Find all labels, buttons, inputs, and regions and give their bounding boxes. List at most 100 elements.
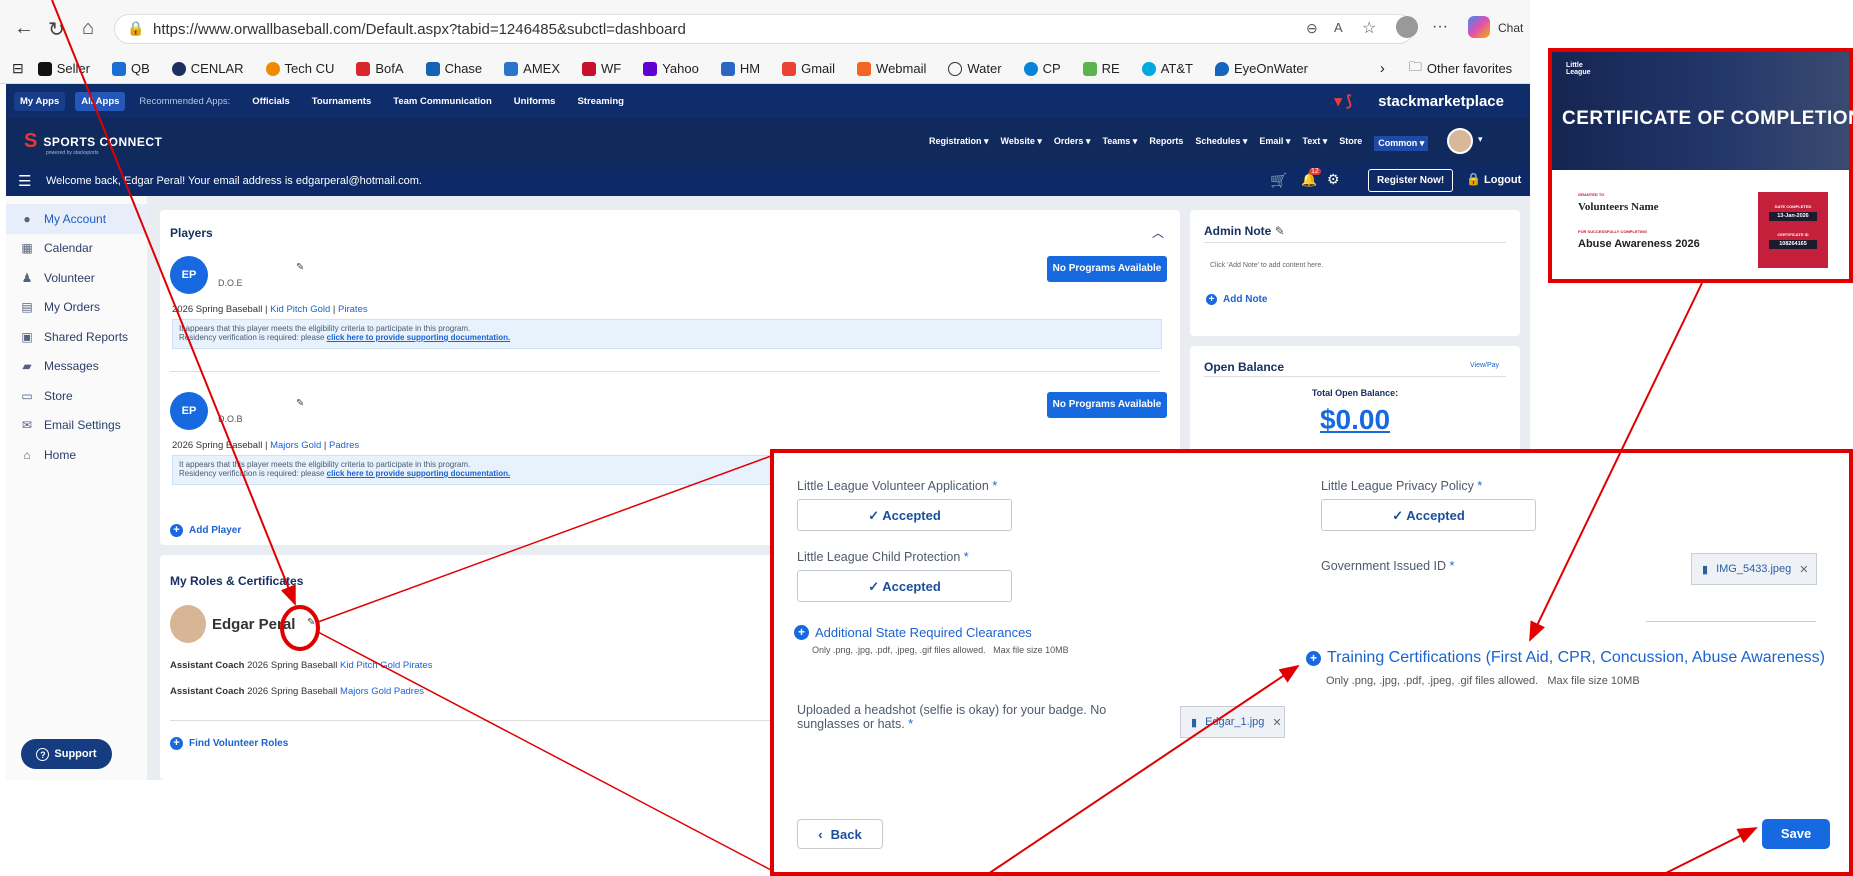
bookmark-techcu[interactable]: Tech CU bbox=[265, 61, 334, 76]
profile-icon[interactable] bbox=[1396, 16, 1418, 38]
chat-label[interactable]: Chat bbox=[1498, 21, 1523, 35]
nav-store[interactable]: Store bbox=[1339, 136, 1362, 151]
remove-file-icon[interactable]: ✕ bbox=[1799, 563, 1808, 576]
bookmark-att[interactable]: AT&T bbox=[1141, 61, 1193, 76]
bookmark-hm[interactable]: HM bbox=[720, 61, 760, 76]
bookmark-label: Water bbox=[967, 61, 1002, 76]
avatar-chevron-icon[interactable]: ▾ bbox=[1478, 134, 1483, 145]
refresh-icon[interactable]: ↻ bbox=[48, 17, 65, 42]
sidebar-item-store[interactable]: ▭ Store bbox=[6, 381, 147, 411]
other-favorites[interactable]: 🗀 Other favorites bbox=[1409, 58, 1512, 80]
nav-teams[interactable]: Teams ▾ bbox=[1102, 136, 1137, 151]
nav-common[interactable]: Common ▾ bbox=[1374, 136, 1429, 151]
favorite-star-icon[interactable]: ☆ bbox=[1362, 18, 1376, 38]
save-button[interactable]: Save bbox=[1762, 819, 1830, 849]
find-volunteer-roles-link[interactable]: + Find Volunteer Roles bbox=[170, 737, 288, 750]
add-player-link[interactable]: + Add Player bbox=[170, 524, 241, 537]
no-programs-button[interactable]: No Programs Available bbox=[1047, 256, 1167, 282]
bookmark-webmail[interactable]: Webmail bbox=[857, 61, 926, 76]
app-officials[interactable]: Officials bbox=[252, 96, 290, 107]
bookmark-cp[interactable]: CP bbox=[1023, 61, 1061, 76]
home-icon[interactable]: ⌂ bbox=[82, 17, 94, 40]
bookmark-chase[interactable]: Chase bbox=[425, 61, 482, 76]
back-button[interactable]: ‹ Back bbox=[797, 819, 883, 849]
all-apps-button[interactable]: All Apps bbox=[75, 91, 126, 111]
no-programs-button[interactable]: No Programs Available bbox=[1047, 392, 1167, 418]
division-link[interactable]: Majors Gold bbox=[270, 440, 321, 451]
zoom-icon[interactable]: ⊖ bbox=[1306, 20, 1318, 37]
logout-link[interactable]: Logout bbox=[1484, 174, 1521, 186]
sidebar-item-messages[interactable]: ▰ Messages bbox=[6, 352, 147, 382]
bookmark-amex[interactable]: AMEX bbox=[504, 61, 560, 76]
read-aloud-icon[interactable]: A bbox=[1334, 20, 1343, 35]
sidebar-item-my-account[interactable]: ● My Account bbox=[6, 204, 147, 234]
collapse-chevron-icon[interactable]: ︿ bbox=[1152, 224, 1164, 241]
more-icon[interactable]: ··· bbox=[1432, 18, 1448, 36]
bookmark-cenlar[interactable]: CENLAR bbox=[171, 61, 244, 76]
documentation-link[interactable]: click here to provide supporting documen… bbox=[327, 469, 511, 478]
settings-gear-icon[interactable]: ⚙ bbox=[1327, 171, 1340, 188]
chevron-right-icon[interactable]: › bbox=[1380, 60, 1385, 77]
reading-list-icon[interactable]: ⊟ bbox=[12, 60, 24, 77]
nav-reports[interactable]: Reports bbox=[1149, 136, 1183, 151]
bookmark-gmail[interactable]: Gmail bbox=[782, 61, 835, 76]
bookmark-re[interactable]: RE bbox=[1082, 61, 1120, 76]
sidebar-item-home[interactable]: ⌂ Home bbox=[6, 440, 147, 470]
marketplace-link[interactable]: ▾ ⟆ stackmarketplace bbox=[1334, 92, 1526, 110]
copilot-icon[interactable] bbox=[1468, 16, 1490, 38]
privacy-policy-accepted[interactable]: ✓ Accepted bbox=[1321, 499, 1536, 531]
app-uniforms[interactable]: Uniforms bbox=[514, 96, 556, 107]
support-button[interactable]: ? Support bbox=[21, 739, 112, 769]
register-now-button[interactable]: Register Now! bbox=[1368, 169, 1454, 192]
gov-id-filename[interactable]: IMG_5433.jpeg bbox=[1716, 563, 1791, 575]
remove-file-icon[interactable]: ✕ bbox=[1272, 716, 1281, 729]
balance-amount[interactable]: $0.00 bbox=[1190, 404, 1520, 436]
address-bar[interactable]: 🔒 https://www.orwallbaseball.com/Default… bbox=[114, 14, 1414, 44]
add-training-certifications[interactable]: + Training Certifications (First Aid, CP… bbox=[1306, 649, 1825, 667]
bookmark-eyeonwater[interactable]: EyeOnWater bbox=[1214, 61, 1308, 76]
bookmark-seller[interactable]: Seller bbox=[37, 61, 90, 76]
user-avatar[interactable] bbox=[1447, 128, 1473, 154]
cart-icon[interactable]: 🛒 bbox=[1270, 172, 1287, 189]
nav-text[interactable]: Text ▾ bbox=[1302, 136, 1327, 151]
sidebar-item-calendar[interactable]: ▦ Calendar bbox=[6, 234, 147, 264]
bookmark-yahoo[interactable]: Yahoo bbox=[643, 61, 699, 76]
team-link[interactable]: Pirates bbox=[338, 304, 368, 315]
documentation-link[interactable]: click here to provide supporting documen… bbox=[327, 333, 511, 342]
add-note-link[interactable]: + Add Note bbox=[1206, 294, 1267, 305]
hamburger-menu-icon[interactable]: ☰ bbox=[18, 172, 31, 190]
edit-pencil-icon[interactable]: ✎ bbox=[1275, 224, 1285, 238]
child-protection-accepted[interactable]: ✓ Accepted bbox=[797, 570, 1012, 602]
role-team-link[interactable]: Padres bbox=[394, 686, 424, 697]
role-division-link[interactable]: Majors Gold bbox=[340, 686, 391, 697]
nav-schedules[interactable]: Schedules ▾ bbox=[1195, 136, 1247, 151]
edit-pencil-icon[interactable]: ✎ bbox=[296, 398, 304, 409]
division-link[interactable]: Kid Pitch Gold bbox=[270, 304, 330, 315]
add-state-clearances[interactable]: + Additional State Required Clearances bbox=[794, 625, 1032, 640]
back-arrow-icon[interactable]: ← bbox=[14, 17, 34, 40]
bookmark-water[interactable]: Water bbox=[948, 61, 1002, 76]
volunteer-application-accepted[interactable]: ✓ Accepted bbox=[797, 499, 1012, 531]
nav-email[interactable]: Email ▾ bbox=[1259, 136, 1290, 151]
bookmark-wf[interactable]: WF bbox=[582, 61, 621, 76]
edit-pencil-icon[interactable]: ✎ bbox=[296, 262, 304, 273]
app-streaming[interactable]: Streaming bbox=[577, 96, 623, 107]
my-apps-dropdown[interactable]: My Apps bbox=[14, 91, 66, 111]
nav-registration[interactable]: Registration ▾ bbox=[929, 136, 989, 151]
nav-orders[interactable]: Orders ▾ bbox=[1054, 136, 1091, 151]
sidebar-item-my-orders[interactable]: ▤ My Orders bbox=[6, 293, 147, 323]
app-tournaments[interactable]: Tournaments bbox=[312, 96, 371, 107]
bookmark-qb[interactable]: QB bbox=[111, 61, 150, 76]
sidebar-item-shared-reports[interactable]: ▣ Shared Reports bbox=[6, 322, 147, 352]
view-pay-link[interactable]: View/Pay bbox=[1470, 362, 1499, 369]
nav-website[interactable]: Website ▾ bbox=[1001, 136, 1042, 151]
bookmark-bofa[interactable]: BofA bbox=[356, 61, 404, 76]
role-team-link[interactable]: Pirates bbox=[403, 660, 433, 671]
headshot-filename[interactable]: Edgar_1.jpg bbox=[1205, 716, 1264, 728]
sidebar-item-volunteer[interactable]: ♟ Volunteer bbox=[6, 263, 147, 293]
role-division-link[interactable]: Kid Pitch Gold bbox=[340, 660, 400, 671]
app-team-communication[interactable]: Team Communication bbox=[393, 96, 492, 107]
team-link[interactable]: Padres bbox=[329, 440, 359, 451]
edit-pencil-icon[interactable]: ✎ bbox=[307, 617, 315, 628]
sidebar-item-email-settings[interactable]: ✉ Email Settings bbox=[6, 411, 147, 441]
